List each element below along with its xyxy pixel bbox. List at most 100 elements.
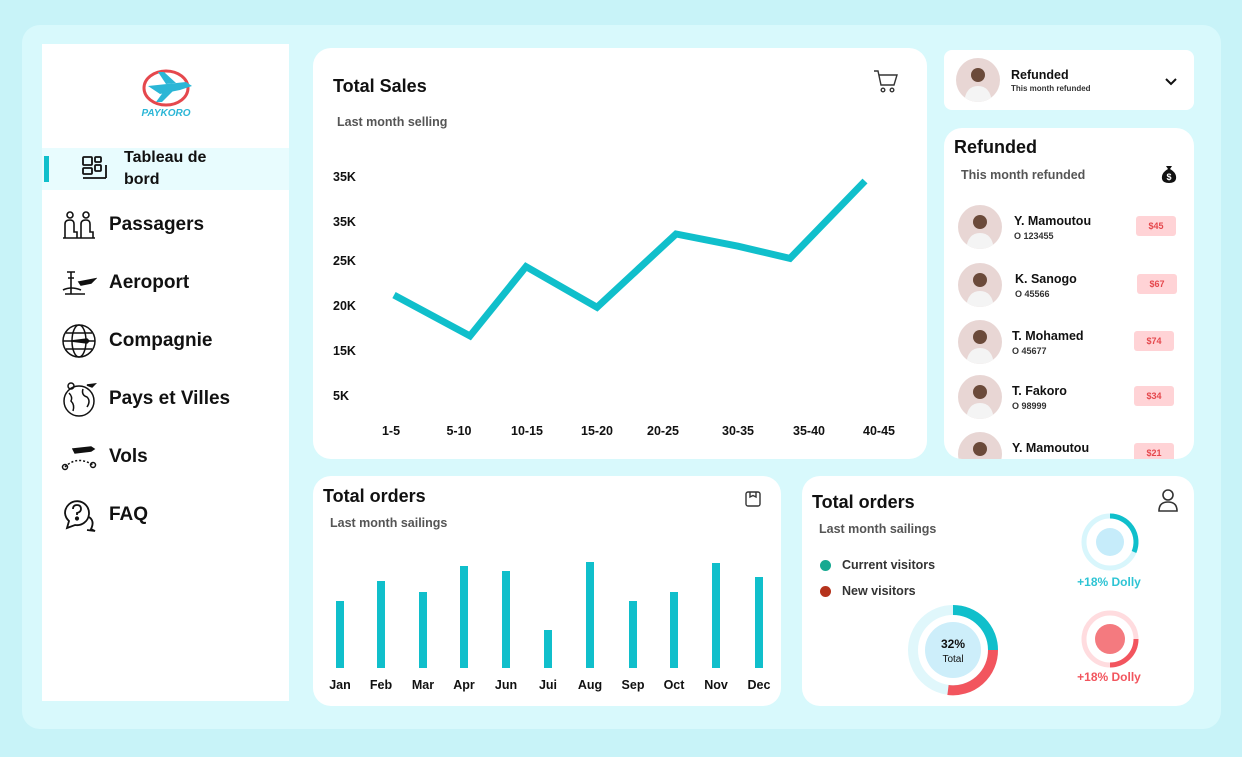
legend-label: New visitors [842, 584, 916, 598]
help-chat-icon [60, 497, 98, 533]
card-title: Refunded [954, 137, 1037, 157]
dashboard-icon [76, 151, 114, 187]
card-title: Total orders [812, 492, 915, 512]
x-tick-label: Dec [747, 678, 771, 692]
donut-center-label: Total [942, 654, 964, 665]
orders-bar [670, 592, 678, 668]
passengers-icon [60, 207, 98, 243]
refund-amount-badge: $45 [1136, 216, 1176, 236]
sidebar-item-dashboard[interactable]: Tableau de bord [42, 148, 289, 190]
mini-donut-1-label: +18% Dolly [1077, 575, 1141, 589]
airport-icon [60, 265, 98, 301]
mini-donut-2 [1081, 610, 1139, 668]
legend-label: Current visitors [842, 558, 936, 572]
refund-amount-badge: $21 [1134, 443, 1174, 459]
mini-donut-1 [1081, 513, 1139, 571]
sidebar-item-label: Passagers [109, 214, 205, 235]
avatar [958, 205, 1002, 249]
refund-row[interactable]: T. Fakoro O 98999 $34 [944, 373, 1194, 423]
orders-bar [336, 601, 344, 668]
orders-bar [377, 581, 385, 668]
avatar [958, 263, 1002, 307]
y-tick-label: 15K [333, 344, 356, 358]
legend-dot [820, 585, 831, 597]
sidebar-item-label: Tableau de bord [124, 149, 207, 188]
world-map-icon [60, 381, 98, 417]
person-name: T. Fakoro [1012, 384, 1067, 398]
sidebar-item-label: Aeroport [109, 272, 190, 293]
sidebar-item-faq[interactable]: FAQ [42, 494, 289, 536]
globe-plane-icon [60, 323, 98, 359]
total-orders-bar-card: Total orders Last month sailings Jan Feb M… [313, 476, 781, 706]
total-sales-card: Total Sales Last month selling 35K 35K 25K… [313, 48, 927, 459]
refunded-card: Refunded This month refunded $ Y. Mamout… [944, 128, 1194, 459]
y-tick-label: 5K [333, 389, 349, 403]
refund-row[interactable]: Y. Mamoutou $21 [944, 430, 1194, 459]
person-name: Y. Mamoutou [1012, 441, 1090, 455]
refund-row[interactable]: K. Sanogo O 45566 $67 [944, 261, 1194, 311]
refund-amount-badge: $67 [1137, 274, 1177, 294]
refund-row[interactable]: Y. Mamoutou O 123455 $45 [944, 203, 1194, 253]
y-tick-label: 20K [333, 299, 356, 313]
person-id: O 98999 [1012, 401, 1047, 411]
y-tick-label: 25K [333, 254, 356, 268]
sidebar-item-aeroport[interactable]: Aeroport [42, 262, 289, 304]
x-tick-label: 1-5 [381, 424, 401, 438]
active-indicator [44, 156, 49, 182]
orders-bar [629, 601, 637, 668]
sidebar-item-compagnie[interactable]: Compagnie [42, 320, 289, 362]
sidebar-item-label: Pays et Villes [109, 388, 231, 409]
refund-amount-badge: $74 [1134, 331, 1174, 351]
sidebar-item-pays-villes[interactable]: Pays et Villes [42, 378, 289, 420]
refund-amount-badge: $34 [1134, 386, 1174, 406]
avatar [958, 320, 1002, 364]
x-tick-label: 30-35 [722, 424, 754, 438]
sidebar-item-vols[interactable]: Vols [42, 436, 289, 478]
refund-dropdown[interactable]: Refunded This month refunded [944, 50, 1194, 110]
sidebar-item-label: Compagnie [109, 330, 213, 351]
money-bag-icon: $ [1159, 164, 1179, 189]
person-name: T. Mohamed [1012, 329, 1084, 343]
x-tick-label: 5-10 [446, 424, 472, 438]
flight-route-icon [60, 439, 98, 475]
y-tick-label: 35K [333, 170, 356, 184]
svg-text:PAYKORO: PAYKORO [141, 108, 190, 119]
avatar [958, 432, 1002, 459]
card-subtitle: Last month sailings [819, 522, 937, 536]
x-tick-label: 40-45 [863, 424, 895, 438]
x-tick-label: 35-40 [793, 424, 825, 438]
person-id: O 123455 [1014, 231, 1054, 241]
orders-bar-chart [336, 562, 763, 668]
orders-bar [586, 562, 594, 668]
legend-current-visitors: Current visitors [820, 558, 935, 572]
x-tick-label: 15-20 [581, 424, 613, 438]
legend-new-visitors: New visitors [820, 584, 916, 598]
mini-donut-2-label: +18% Dolly [1077, 670, 1141, 684]
legend-dot [820, 559, 831, 571]
sidebar: PAYKORO Tableau de bord Passagers Aeropo… [42, 44, 289, 701]
person-name: K. Sanogo [1015, 272, 1077, 286]
avatar [958, 375, 1002, 419]
refund-row[interactable]: T. Mohamed O 45677 $74 [944, 318, 1194, 368]
person-name: Y. Mamoutou [1014, 214, 1092, 228]
sidebar-item-label: FAQ [109, 504, 149, 525]
card-subtitle: This month refunded [961, 168, 1086, 182]
sidebar-item-label: Vols [109, 446, 148, 467]
sales-line-chart [392, 178, 868, 341]
sidebar-item-passagers[interactable]: Passagers [42, 204, 289, 246]
dropdown-label: Refunded [1011, 68, 1069, 82]
orders-bar [502, 571, 510, 668]
dropdown-sublabel: This month refunded [1011, 84, 1091, 93]
svg-text:$: $ [1166, 172, 1171, 182]
donut-center-value: 32% [940, 637, 966, 651]
sales-series-line [392, 178, 868, 341]
x-tick-label: 20-25 [647, 424, 679, 438]
user-icon[interactable] [1157, 488, 1179, 517]
chevron-down-icon[interactable] [1164, 74, 1178, 92]
orders-bar [755, 577, 763, 668]
x-tick-label: 10-15 [511, 424, 543, 438]
y-tick-label: 35K [333, 215, 356, 229]
orders-bar [419, 592, 427, 668]
person-id: O 45566 [1015, 289, 1050, 299]
person-id: O 45677 [1012, 346, 1047, 356]
